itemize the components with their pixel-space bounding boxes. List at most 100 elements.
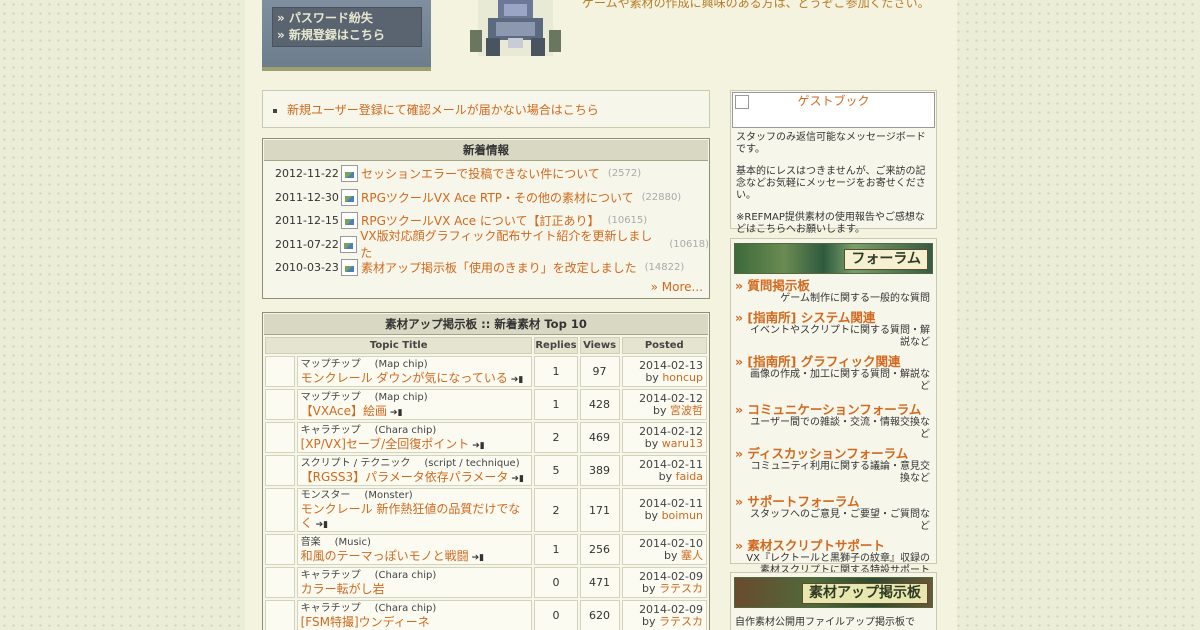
topic-link[interactable]: [XP/VX]セーブ/全回復ポイント [301,437,470,451]
topic-link[interactable]: 【VXAce】絵画 [301,404,387,418]
views-cell: 620 [579,600,620,630]
news-title: 新着情報 [264,140,708,161]
topic-category: モンスター (Monster) [300,490,413,501]
user-link[interactable]: ラテスカ [659,582,703,595]
posted-cell: 2014-02-11 by faida [621,455,707,486]
guestbook-text: スタッフのみ返信可能なメッセージボードです。 [736,132,926,155]
topics-title: 素材アップ掲示板 :: 新着素材 Top 10 [264,314,708,335]
topic-link[interactable]: モンクレール ダウンが気になっている [301,371,508,385]
guestbook-alt-text: ゲストブック [797,94,870,108]
forum-link[interactable]: » [指南所] システム関連 [735,310,930,325]
topic-icon-cell [265,567,295,598]
forum-banner[interactable]: フォーラム [734,243,933,274]
views-cell: 428 [579,389,620,420]
image-icon [341,259,358,277]
table-header: Topic Title Replies Views Posted [265,337,707,354]
news-link[interactable]: セッションエラーで投稿できない件について [361,165,600,182]
forum-link[interactable]: » 素材スクリプトサポート [735,538,930,553]
user-link[interactable]: 塞人 [681,549,703,562]
topic-title-cell: マップチップ (Map chip) 【VXAce】絵画 ➔▮ [296,389,533,420]
table-row: キャラチップ (Chara chip) [FSM特撮]ウンディーネ 0 620 2… [265,600,707,630]
topic-link[interactable]: モンクレール 新作熱狂値の品質だけでなく [301,502,521,530]
news-count: (14822) [644,262,685,274]
forum-panel: フォーラム » 質問掲示板 ゲーム制作に関する一般的な質問 » [指南所] シス… [730,238,937,576]
upload-board-description: 自作素材公開用ファイルアップ掲示板です。 [735,617,915,628]
user-link[interactable]: waru13 [662,437,703,450]
topic-icon-cell [265,389,295,420]
news-date: 2011-12-15 [275,214,339,228]
table-row: マップチップ (Map chip) 【VXAce】絵画 ➔▮ 1 428 2014-… [265,389,707,420]
user-link[interactable]: 宮波哲 [670,404,703,417]
topic-category: キャラチップ (Chara chip) [300,602,437,614]
posted-cell: 2014-02-13 by honcup [621,356,707,387]
guestbook-text: ※REFMAP提供素材の使用報告やご感想などはこちらへお願いします。 [736,212,925,235]
lost-password-link[interactable]: » パスワード紛失 [277,10,417,27]
goto-post-icon[interactable]: ➔▮ [511,474,524,484]
forum-item: » [指南所] グラフィック関連 画像の作成・加工に関する質問・解説など [731,354,936,393]
topic-icon-cell [265,422,295,453]
header-intro-text: ゲームや素材の作成に興味のある方は、どうぞご参加ください。 [582,0,930,10]
posted-cell: 2014-02-12 by waru13 [621,422,707,453]
posted-cell: 2014-02-10 by 塞人 [621,534,707,565]
notice-link[interactable]: 新規ユーザー登録にて確認メールが届かない場合はこちら [287,103,599,117]
notice-box: 新規ユーザー登録にて確認メールが届かない場合はこちら [262,90,710,128]
news-link[interactable]: RPGツクールVX Ace RTP・その他の素材について [361,189,634,206]
forum-link[interactable]: » [指南所] グラフィック関連 [735,354,930,369]
topic-category: マップチップ (Map chip) [300,358,428,370]
news-more-link[interactable]: » More... [651,280,703,294]
topic-link[interactable]: 和風のテーマっぽいモノと戦闘 [301,549,469,563]
replies-cell: 0 [534,600,578,630]
guestbook-banner[interactable]: ゲストブック [732,92,935,128]
user-link[interactable]: boimun [662,509,703,522]
login-links: » パスワード紛失 » 新規登録はこちら [272,7,422,47]
forum-link[interactable]: » サポートフォーラム [735,494,930,509]
guestbook-description: スタッフのみ返信可能なメッセージボードです。 基本的にレスはつきませんが、ご来訪… [732,128,935,250]
forum-link[interactable]: » コミュニケーションフォーラム [735,402,930,417]
replies-cell: 0 [534,567,578,598]
upload-board-banner[interactable]: 素材アップ掲示板 [734,577,933,608]
forum-desc: ゲーム制作に関する一般的な質問 [780,293,930,304]
forum-link[interactable]: » ディスカッションフォーラム [735,446,930,461]
news-date: 2010-03-23 [275,261,339,275]
news-item: 2011-07-22 VX版対応顔グラフィック配布サイト紹介を更新しました (1… [263,229,709,260]
user-link[interactable]: ラテスカ [659,615,703,628]
news-panel: 新着情報 2012-11-22 セッションエラーで投稿できない件について (25… [262,138,710,299]
topic-category: スクリプト / テクニック (script / technique) [300,457,520,469]
topic-icon-cell [265,356,295,387]
topic-category: キャラチップ (Chara chip) [300,569,437,581]
forum-desc: イベントやスクリプトに関する質問・解説など [750,325,930,348]
col-topic-title: Topic Title [265,337,533,354]
topic-link[interactable]: 【RGSS3】パラメータ依存パラメータ [301,470,509,484]
col-replies: Replies [534,337,578,354]
topic-title-cell: キャラチップ (Chara chip) カラー転がし岩 [296,567,533,598]
views-cell: 471 [579,567,620,598]
goto-post-icon[interactable]: ➔▮ [472,441,485,451]
news-link[interactable]: 素材アップ掲示板「使用のきまり」を改定しました [361,259,637,276]
login-box: » パスワード紛失 » 新規登録はこちら [262,0,431,71]
goto-post-icon[interactable]: ➔▮ [316,520,329,530]
posted-cell: 2014-02-11 by boimun [621,488,707,532]
forum-link[interactable]: » 質問掲示板 [735,278,930,293]
topic-category: キャラチップ (Chara chip) [300,424,437,436]
register-link[interactable]: » 新規登録はこちら [277,27,417,44]
table-row: 音楽 (Music) 和風のテーマっぽいモノと戦闘 ➔▮ 1 256 2014-02… [265,534,707,565]
topic-link[interactable]: カラー転がし岩 [301,582,385,596]
topics-table: Topic Title Replies Views Posted マップチップ(… [263,335,709,630]
guestbook-text: 基本的にレスはつきませんが、ご来訪の記念などお気軽にメッセージをお寄せください。 [736,166,926,201]
goto-post-icon[interactable]: ➔▮ [511,375,524,385]
forum-desc: ユーザー間での雑談・交流・情報交換など [750,417,930,440]
goto-post-icon[interactable]: ➔▮ [390,408,403,418]
news-count: (22880) [641,191,682,203]
topic-icon-cell [265,488,295,532]
replies-cell: 2 [534,488,578,532]
user-link[interactable]: faida [676,470,703,483]
news-count: (10618) [669,238,709,250]
user-link[interactable]: honcup [662,371,703,384]
replies-cell: 1 [534,356,578,387]
forum-desc: スタッフへのご意見・ご要望・ご質問など [750,509,930,532]
replies-cell: 1 [534,534,578,565]
goto-post-icon[interactable]: ➔▮ [472,553,485,563]
topic-link[interactable]: [FSM特撮]ウンディーネ [301,615,430,629]
topic-category: 音楽 (Music) [300,536,371,548]
forum-desc: 画像の作成・加工に関する質問・解説など [750,369,930,392]
